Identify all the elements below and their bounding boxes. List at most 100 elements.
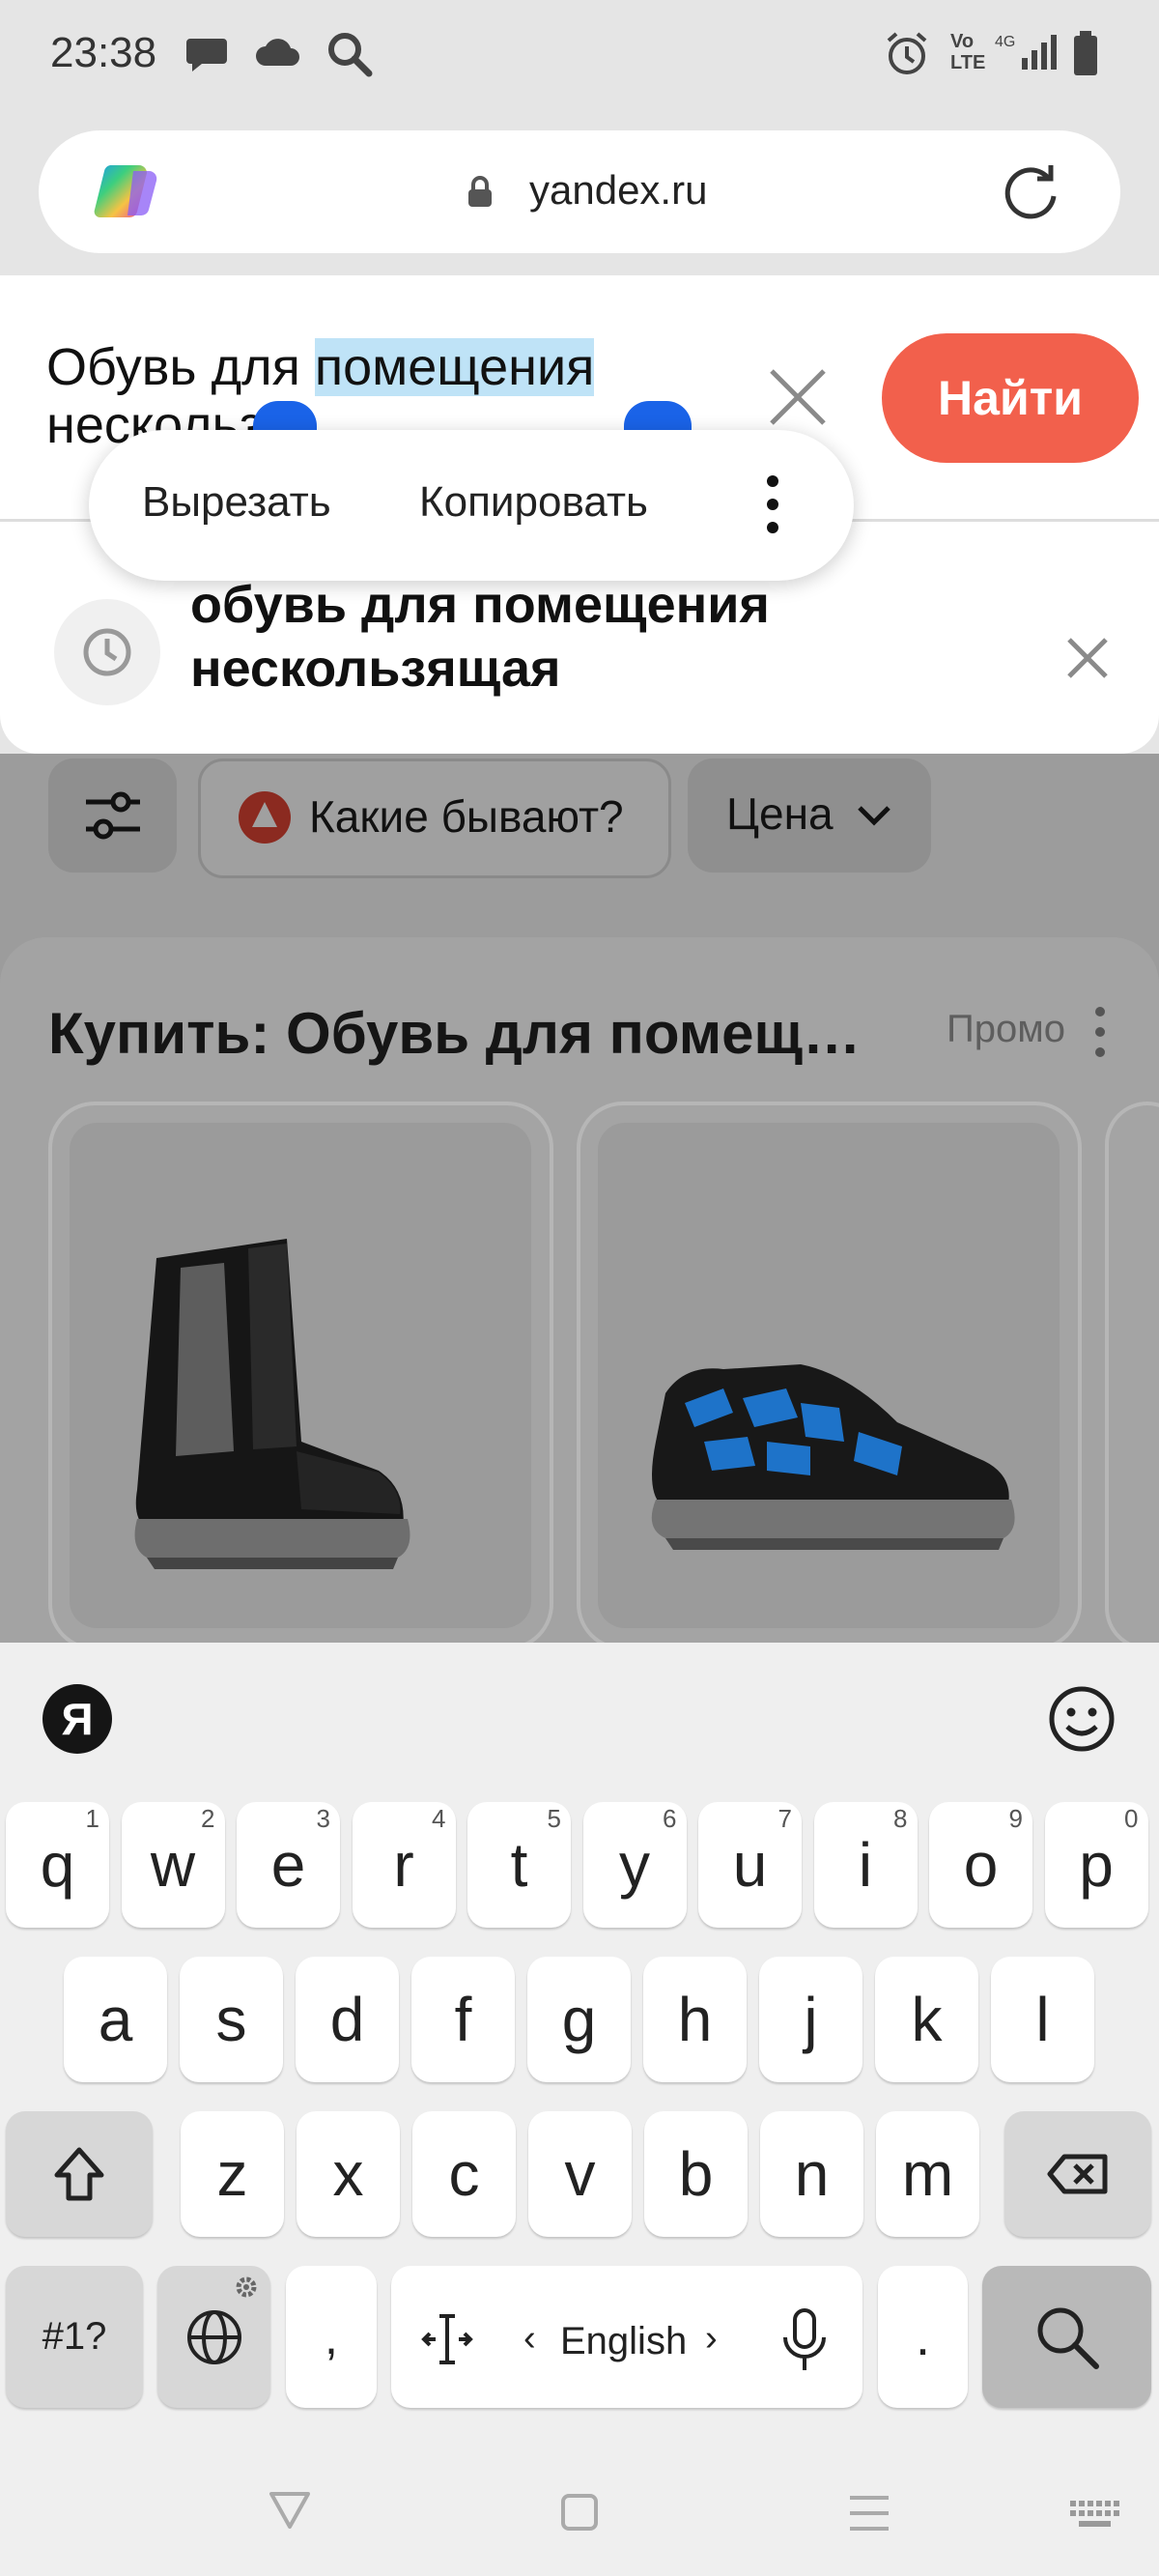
emoji-icon[interactable] (1047, 1684, 1117, 1754)
key-label: q (40, 1830, 75, 1900)
suggestion-line1: обувь для помещения (190, 576, 770, 634)
microphone-icon (783, 2308, 826, 2370)
status-bar: 23:38 Vo LTE 4G (0, 0, 1159, 111)
cut-menu-item[interactable]: Вырезать (142, 478, 331, 527)
reload-icon[interactable] (999, 159, 1062, 223)
text-context-menu: Вырезать Копировать (89, 430, 854, 581)
backspace-icon (1047, 2154, 1108, 2194)
key-j[interactable]: j (759, 1957, 862, 2082)
key-label: o (963, 1830, 999, 1900)
search-icon (1037, 2307, 1099, 2369)
product-image-boot[interactable] (70, 1123, 531, 1628)
key-hint: 3 (316, 1804, 330, 1833)
key-label: u (732, 1830, 768, 1900)
history-icon (54, 599, 160, 705)
key-h[interactable]: h (643, 1957, 747, 2082)
key-t[interactable]: t5 (467, 1802, 571, 1928)
lock-icon (468, 176, 492, 207)
filters-button[interactable] (48, 758, 177, 873)
sneaker-image-icon (651, 1364, 1015, 1550)
remove-suggestion-icon[interactable] (1066, 637, 1109, 679)
chip-price[interactable]: Цена (688, 758, 931, 873)
key-q[interactable]: q1 (6, 1802, 109, 1928)
key-e[interactable]: e3 (237, 1802, 340, 1928)
url-text[interactable]: yandex.ru (529, 167, 707, 214)
key-hint: 2 (201, 1804, 215, 1833)
yandex-keyboard-logo-icon[interactable]: Я (42, 1684, 112, 1754)
key-u[interactable]: u7 (698, 1802, 802, 1928)
suggestion-line2: нескользящая (190, 640, 561, 698)
more-options-icon[interactable] (765, 473, 780, 535)
space-language-label: English (560, 2320, 688, 2362)
nav-recents-icon[interactable] (848, 2495, 890, 2532)
backspace-key[interactable] (1004, 2111, 1151, 2237)
key-a[interactable]: a (64, 1957, 167, 2082)
status-time: 23:38 (50, 29, 157, 76)
svg-text:4G: 4G (995, 34, 1015, 50)
key-z[interactable]: z (181, 2111, 284, 2237)
query-text: Обувь для (46, 338, 315, 396)
signal-icon: 4G (995, 34, 1057, 70)
keyboard-hide-icon[interactable] (1070, 2501, 1120, 2533)
key-s[interactable]: s (180, 1957, 283, 2082)
promo-label: Промо (947, 1008, 1065, 1050)
query-selected-text[interactable]: помещения (314, 338, 595, 396)
key-label: w (150, 1830, 196, 1900)
message-icon (186, 39, 227, 72)
cursor-move-icon (421, 2314, 473, 2364)
product-card-sneaker[interactable] (577, 1102, 1082, 1650)
key-y[interactable]: y6 (582, 1802, 687, 1928)
key-o[interactable]: o9 (929, 1802, 1032, 1928)
key-d[interactable]: d (296, 1957, 399, 2082)
key-l[interactable]: l (991, 1957, 1094, 2082)
chip-alice-label: Какие бывают? (309, 791, 624, 842)
space-prev-lang-icon: ‹ (523, 2318, 536, 2359)
shift-key[interactable] (6, 2111, 153, 2237)
chip-alice[interactable]: Какие бывают? (198, 758, 671, 878)
url-bar[interactable]: yandex.ru (39, 130, 1120, 253)
key-hint: 8 (893, 1804, 908, 1833)
key-c[interactable]: c (412, 2111, 516, 2237)
product-image-sneaker[interactable] (598, 1123, 1060, 1628)
period-key[interactable]: . (878, 2266, 968, 2408)
key-x[interactable]: x (297, 2111, 400, 2237)
nav-back-icon[interactable] (269, 2491, 311, 2530)
symbols-key[interactable]: #1? (6, 2266, 143, 2408)
key-g[interactable]: g (527, 1957, 631, 2082)
key-hint: 9 (1008, 1804, 1023, 1833)
key-v[interactable]: v (528, 2111, 632, 2237)
search-panel: Обувь для помещения нескольз Найти Вырез… (0, 275, 1159, 754)
key-m[interactable]: m (876, 2111, 979, 2237)
suggestion-item[interactable]: обувь для помещения нескользящая (190, 573, 770, 701)
language-key[interactable] (157, 2266, 270, 2408)
space-key[interactable]: ‹ English › (391, 2266, 862, 2408)
key-p[interactable]: p0 (1044, 1802, 1148, 1928)
key-b[interactable]: b (644, 2111, 748, 2237)
promo-title[interactable]: Купить: Обувь для помещ… (48, 1000, 861, 1067)
key-label: i (858, 1830, 873, 1900)
key-f[interactable]: f (411, 1957, 515, 2082)
key-hint: 7 (777, 1804, 792, 1833)
key-hint: 0 (1124, 1804, 1139, 1833)
battery-icon (1074, 31, 1097, 75)
key-hint: 6 (663, 1804, 677, 1833)
key-i[interactable]: i8 (813, 1802, 918, 1928)
key-w[interactable]: w2 (121, 1802, 225, 1928)
key-label: r (393, 1830, 414, 1900)
search-key[interactable] (982, 2266, 1151, 2408)
product-card-partial[interactable] (1105, 1102, 1159, 1650)
comma-key[interactable]: , (286, 2266, 377, 2408)
key-r[interactable]: r4 (352, 1802, 456, 1928)
product-card-boot[interactable] (48, 1102, 553, 1650)
find-button[interactable]: Найти (882, 333, 1139, 463)
clear-query-icon[interactable] (768, 367, 828, 427)
search-results-page: Какие бывают? Цена Купить: Обувь для пом… (0, 754, 1159, 1650)
copy-menu-item[interactable]: Копировать (419, 478, 648, 527)
promo-more-icon[interactable] (1093, 1005, 1107, 1059)
key-n[interactable]: n (760, 2111, 863, 2237)
nav-home-icon[interactable] (560, 2493, 599, 2532)
globe-icon (186, 2309, 241, 2364)
copilot-logo-icon[interactable] (93, 157, 162, 227)
key-label: t (510, 1830, 528, 1900)
key-k[interactable]: k (875, 1957, 978, 2082)
